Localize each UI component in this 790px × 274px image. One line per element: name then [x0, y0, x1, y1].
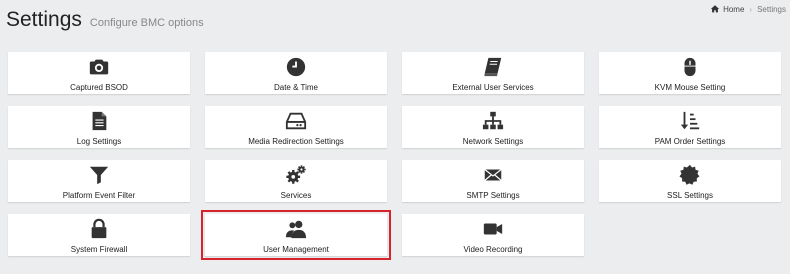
- hard-drive-icon: [284, 110, 308, 132]
- tile-kvm-mouse-setting[interactable]: KVM Mouse Setting: [599, 52, 781, 94]
- tile-label: Platform Event Filter: [62, 191, 136, 200]
- users-icon: [284, 218, 308, 240]
- tile-external-user-services[interactable]: External User Services: [402, 52, 584, 94]
- breadcrumb-current: Settings: [757, 4, 786, 14]
- tile-label: External User Services: [452, 83, 534, 92]
- breadcrumb-separator: ›: [749, 4, 753, 14]
- camera-icon: [87, 56, 111, 78]
- page-title: Settings: [6, 8, 82, 31]
- tile-label: SSL Settings: [667, 191, 713, 200]
- network-icon: [481, 110, 505, 132]
- tile-label: Video Recording: [463, 245, 523, 254]
- tile-label: Media Redirection Settings: [248, 137, 344, 146]
- tile-label: Services: [280, 191, 312, 200]
- tile-services[interactable]: Services: [205, 160, 387, 202]
- tile-label: User Management: [263, 245, 329, 254]
- tile-network-settings[interactable]: Network Settings: [402, 106, 584, 148]
- tile-label: Log Settings: [76, 137, 122, 146]
- gears-icon: [284, 164, 308, 186]
- sort-order-icon: [678, 110, 702, 132]
- tile-video-recording[interactable]: Video Recording: [402, 214, 584, 256]
- filter-icon: [87, 164, 111, 186]
- clock-icon: [284, 56, 308, 78]
- tile-captured-bsod[interactable]: Captured BSOD: [8, 52, 190, 94]
- tile-system-firewall[interactable]: System Firewall: [8, 214, 190, 256]
- settings-grid: Captured BSOD Date & Time External User …: [8, 52, 781, 260]
- breadcrumb: Home › Settings: [710, 4, 786, 14]
- tile-label: PAM Order Settings: [654, 137, 726, 146]
- tile-user-management[interactable]: User Management: [201, 210, 391, 260]
- lock-icon: [87, 218, 111, 240]
- tile-label: Date & Time: [273, 83, 318, 92]
- tile-label: System Firewall: [70, 245, 128, 254]
- envelope-icon: [481, 164, 505, 186]
- breadcrumb-home-link[interactable]: Home: [723, 5, 744, 14]
- video-camera-icon: [481, 218, 505, 240]
- tile-smtp-settings[interactable]: SMTP Settings: [402, 160, 584, 202]
- document-icon: [87, 110, 111, 132]
- tile-pam-order-settings[interactable]: PAM Order Settings: [599, 106, 781, 148]
- tile-label: KVM Mouse Setting: [654, 83, 726, 92]
- tile-platform-event-filter[interactable]: Platform Event Filter: [8, 160, 190, 202]
- tile-ssl-settings[interactable]: SSL Settings: [599, 160, 781, 202]
- home-icon: [710, 5, 720, 13]
- book-icon: [481, 56, 505, 78]
- page-subtitle: Configure BMC options: [89, 17, 204, 29]
- tile-log-settings[interactable]: Log Settings: [8, 106, 190, 148]
- tile-label: Network Settings: [462, 137, 524, 146]
- mouse-icon: [678, 56, 702, 78]
- page-header: Settings Configure BMC options: [6, 8, 204, 32]
- certificate-icon: [678, 164, 702, 186]
- tile-label: SMTP Settings: [466, 191, 520, 200]
- tile-label: Captured BSOD: [70, 83, 128, 92]
- tile-date-time[interactable]: Date & Time: [205, 52, 387, 94]
- tile-media-redirection-settings[interactable]: Media Redirection Settings: [205, 106, 387, 148]
